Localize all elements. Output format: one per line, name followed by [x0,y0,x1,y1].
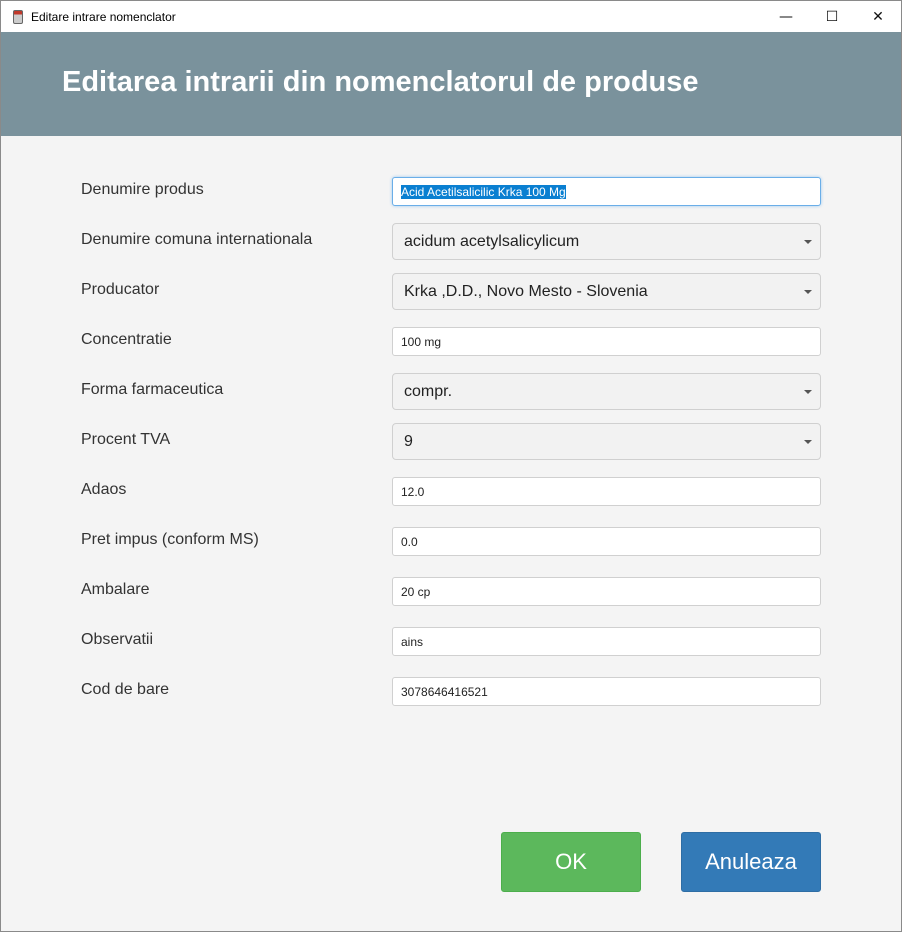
cancel-button[interactable]: Anuleaza [681,832,821,892]
cod-label: Cod de bare [81,681,170,698]
tva-label: Procent TVA [81,431,171,448]
chevron-down-icon [804,290,812,294]
producator-label: Producator [81,281,160,298]
forma-value: compr. [404,382,453,400]
forma-combo[interactable]: compr. [392,373,821,410]
pret-label: Pret impus (conform MS) [81,531,259,548]
ambalare-input[interactable]: 20 cp [392,577,821,606]
forma-label: Forma farmaceutica [81,381,224,398]
maximize-button[interactable]: ☐ [809,1,855,32]
dci-value: acidum acetylsalicylicum [404,232,580,250]
app-icon [13,9,23,24]
chevron-down-icon [804,240,812,244]
observatii-input[interactable]: ains [392,627,821,656]
adaos-input[interactable]: 12.0 [392,477,821,506]
window-title: Editare intrare nomenclator [31,9,176,24]
observatii-label: Observatii [81,631,154,648]
concentratie-input[interactable]: 100 mg [392,327,821,356]
dci-combo[interactable]: acidum acetylsalicylicum [392,223,821,260]
ambalare-label: Ambalare [81,581,150,598]
page-title: Editarea intrarii din nomenclatorul de p… [62,66,699,98]
producator-combo[interactable]: Krka ,D.D., Novo Mesto - Slovenia [392,273,821,310]
denumire-input[interactable]: Acid Acetilsalicilic Krka 100 Mg [392,177,821,206]
tva-combo[interactable]: 9 [392,423,821,460]
title-bar: Editare intrare nomenclator — ☐ ✕ [1,1,901,32]
chevron-down-icon [804,390,812,394]
ok-button[interactable]: OK [501,832,641,892]
adaos-label: Adaos [81,481,127,498]
dci-label: Denumire comuna internationala [81,231,313,248]
minimize-button[interactable]: — [763,1,809,32]
denumire-value: Acid Acetilsalicilic Krka 100 Mg [401,184,566,199]
denumire-label: Denumire produs [81,181,204,198]
tva-value: 9 [404,432,413,450]
header-banner: Editarea intrarii din nomenclatorul de p… [1,32,901,136]
close-button[interactable]: ✕ [855,1,901,32]
cod-input[interactable]: 3078646416521 [392,677,821,706]
pret-input[interactable]: 0.0 [392,527,821,556]
producator-value: Krka ,D.D., Novo Mesto - Slovenia [404,282,648,300]
concentratie-label: Concentratie [81,331,172,348]
chevron-down-icon [804,440,812,444]
